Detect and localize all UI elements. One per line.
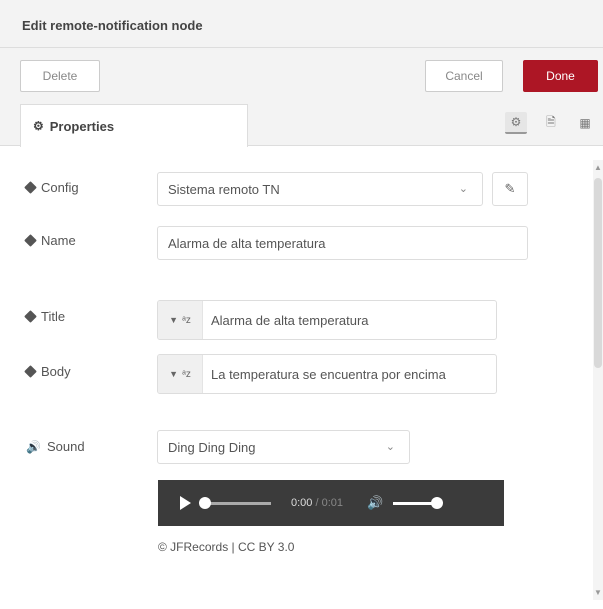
tag-icon <box>24 310 37 323</box>
type-select-button[interactable]: ▼ ᵃz <box>158 301 203 339</box>
volume-handle[interactable] <box>431 496 444 509</box>
gear-icon[interactable]: ⚙ <box>505 112 527 134</box>
scroll-thumb[interactable] <box>594 178 602 368</box>
seek-handle[interactable] <box>199 496 211 509</box>
appearance-icon[interactable]: ▦ <box>574 112 596 134</box>
delete-button[interactable]: Delete <box>20 60 100 92</box>
title-label: Title <box>24 309 65 324</box>
duration: 0:01 <box>321 497 344 509</box>
caret-down-icon: ▼ <box>169 369 179 379</box>
sound-select[interactable]: Ding Ding Ding ⌄ <box>157 430 410 464</box>
config-label: Config <box>24 180 79 195</box>
done-button[interactable]: Done <box>523 60 598 92</box>
body-value: La temperatura se encuentra por encima <box>211 366 446 382</box>
type-select-button[interactable]: ▼ ᵃz <box>158 355 203 393</box>
audio-credit: © JFRecords | CC BY 3.0 <box>158 540 295 554</box>
sound-label: 🔊 Sound <box>26 439 85 454</box>
tab-properties-label: Properties <box>49 118 115 134</box>
seek-slider[interactable] <box>199 496 271 509</box>
volume-slider[interactable] <box>393 496 444 509</box>
tag-icon <box>24 365 37 378</box>
scroll-down-icon[interactable]: ▼ <box>594 588 602 597</box>
tag-icon <box>24 234 37 247</box>
audio-player: 0:00 / 0:01 🔊 <box>158 480 504 526</box>
cancel-button[interactable]: Cancel <box>425 60 503 92</box>
caret-down-icon: ▼ <box>169 315 179 325</box>
description-icon[interactable]: 🗎 <box>540 112 562 134</box>
scroll-up-icon[interactable]: ▲ <box>594 163 602 172</box>
title-typed-input[interactable]: ▼ ᵃz Alarma de alta temperatura <box>157 300 497 340</box>
edit-config-button[interactable]: ✎ <box>492 172 528 206</box>
string-type-icon: ᵃz <box>182 368 191 380</box>
time-display: 0:00 / 0:01 <box>291 497 344 509</box>
volume-icon: 🔊 <box>26 439 41 454</box>
dialog-title: Edit remote-notification node <box>22 18 203 33</box>
name-label: Name <box>24 233 76 248</box>
pencil-icon: ✎ <box>504 181 516 196</box>
string-type-icon: ᵃz <box>182 314 191 326</box>
tag-icon <box>24 181 37 194</box>
config-select[interactable]: Sistema remoto TN ⌄ <box>157 172 483 206</box>
gear-icon: ⚙ <box>33 119 44 133</box>
tab-properties[interactable]: ⚙ Properties <box>20 104 248 147</box>
play-icon[interactable] <box>180 496 191 510</box>
current-time: 0:00 <box>291 497 313 509</box>
chevron-down-icon: ⌄ <box>385 441 395 453</box>
body-typed-input[interactable]: ▼ ᵃz La temperatura se encuentra por enc… <box>157 354 497 394</box>
body-label: Body <box>24 364 71 379</box>
name-input[interactable]: Alarma de alta temperatura <box>157 226 528 260</box>
title-value: Alarma de alta temperatura <box>211 312 369 328</box>
volume-icon[interactable]: 🔊 <box>367 495 383 511</box>
chevron-down-icon: ⌄ <box>458 183 468 195</box>
